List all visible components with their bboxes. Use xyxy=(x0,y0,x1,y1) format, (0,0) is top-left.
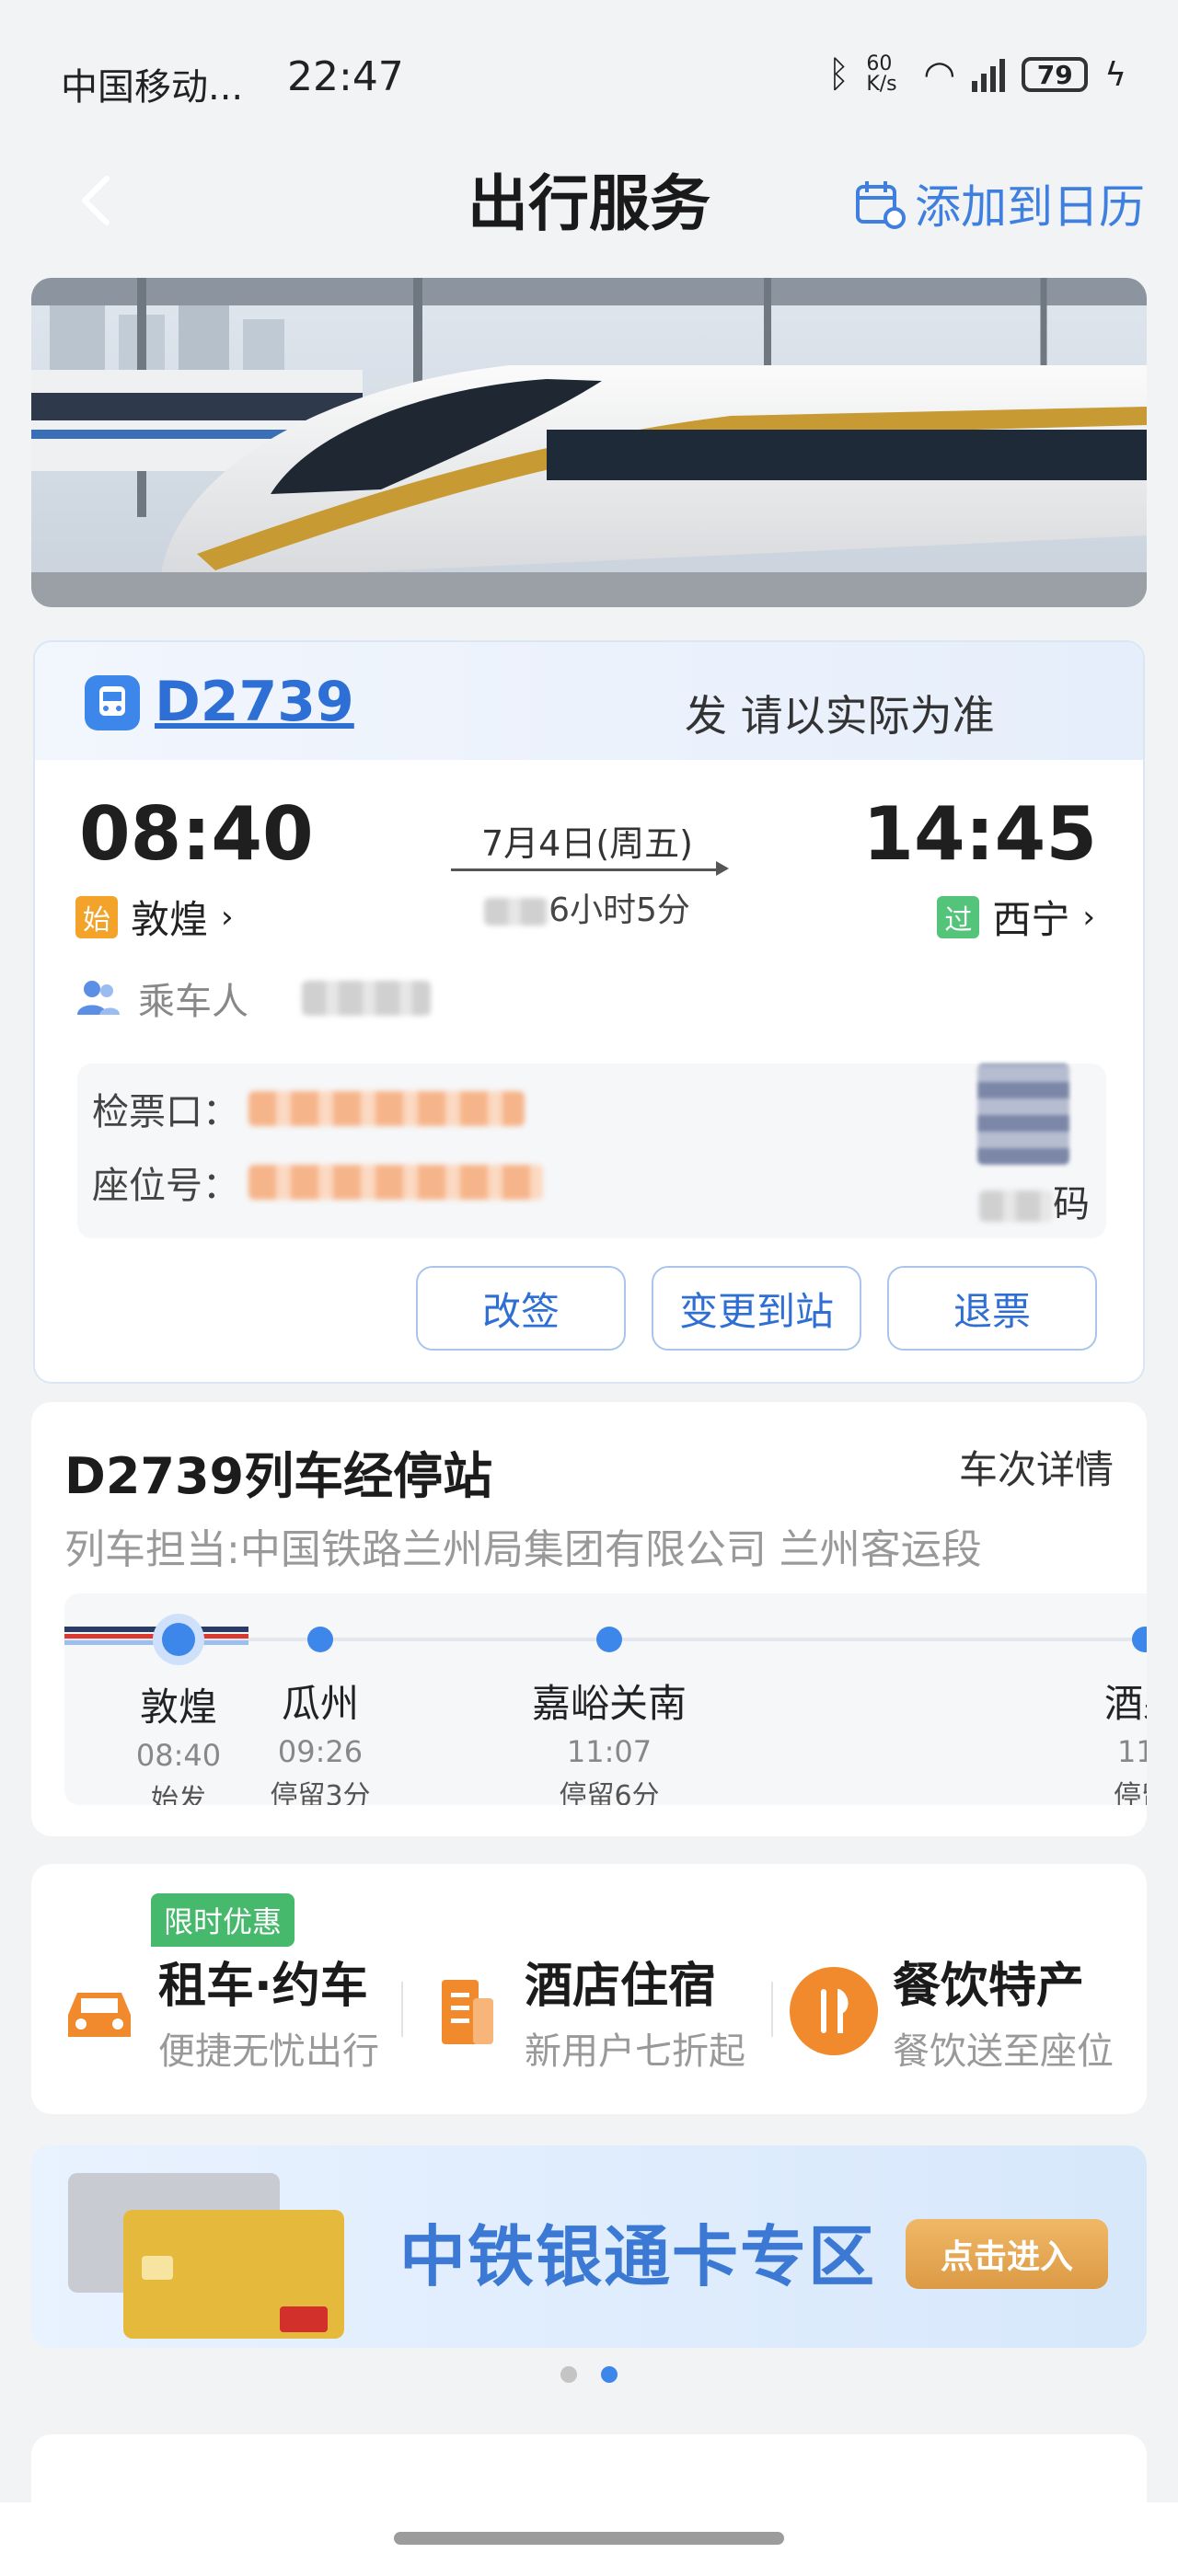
stop-stay: 停留2 xyxy=(1114,1780,1147,1805)
home-indicator[interactable] xyxy=(394,2532,784,2545)
ticket-header: D2739 发 请以实际为准 xyxy=(35,642,1143,760)
travel-duration: 6小时5分 xyxy=(449,883,725,931)
stop-stay: 停留3分 xyxy=(270,1780,371,1805)
chevron-right-icon: › xyxy=(221,898,234,936)
service-subtitle: 餐饮送至座位 xyxy=(893,2030,1114,2073)
chevron-right-icon: › xyxy=(1082,898,1095,936)
car-rental-service[interactable]: 租车·约车 便捷无忧出行 xyxy=(55,1947,379,2075)
stop-time: 11:07 xyxy=(566,1734,653,1769)
stops-title: D2739列车经停站 xyxy=(64,1447,493,1505)
net-speed: 60 K/s xyxy=(866,52,897,96)
stop-dot xyxy=(307,1627,333,1652)
gate-row: 检票口： xyxy=(92,1082,525,1135)
gate-value-redacted xyxy=(248,1091,525,1126)
seat-label: 座位号： xyxy=(92,1165,239,1207)
ticket-body: 08:40 14:45 7月4日(周五) 6小时5分 始 敦煌 › 过 西宁 ›… xyxy=(35,760,1143,1382)
battery-icon: 79 xyxy=(1022,57,1089,92)
stop-name: 嘉峪关南 xyxy=(531,1681,687,1726)
stop-item[interactable]: 酒泉 11:2 停留2 xyxy=(985,1593,1147,1805)
arrival-station-name: 西宁 xyxy=(992,897,1070,942)
ticket-card: D2739 发 请以实际为准 08:40 14:45 7月4日(周五) 6小时5… xyxy=(33,640,1145,1384)
dining-icon xyxy=(790,1966,878,2055)
route-arrow-icon xyxy=(716,861,729,876)
taxi-icon xyxy=(55,1967,144,2055)
stops-card: D2739列车经停站 车次详情 列车担当:中国铁路兰州局集团有限公司 兰州客运段… xyxy=(31,1402,1147,1836)
arrival-station[interactable]: 过 西宁 › xyxy=(937,889,1095,945)
qr-code-redacted[interactable] xyxy=(977,1064,1069,1165)
hotel-service[interactable]: 酒店住宿 新用户七折起 xyxy=(422,1947,745,2075)
calendar-icon xyxy=(856,181,906,229)
departure-station[interactable]: 始 敦煌 › xyxy=(75,889,234,945)
schedule-notice: 发 请以实际为准 xyxy=(685,691,995,741)
services-card: 限时优惠 租车·约车 便捷无忧出行 酒店住宿 新用户七折起 餐饮特产 餐饮送至座… xyxy=(31,1864,1147,2114)
signal-icon xyxy=(972,57,1006,92)
stop-name: 酒泉 xyxy=(1104,1681,1147,1726)
departure-time: 08:40 xyxy=(79,791,314,877)
change-ticket-button[interactable]: 改签 xyxy=(416,1266,626,1351)
carousel-dot-active[interactable] xyxy=(601,2366,618,2383)
service-subtitle: 便捷无忧出行 xyxy=(158,2030,379,2073)
operator-info: 列车担当:中国铁路兰州局集团有限公司 兰州客运段 xyxy=(64,1526,982,1573)
seat-value-redacted xyxy=(248,1165,543,1200)
stop-name: 瓜州 xyxy=(281,1681,359,1726)
train-icon xyxy=(85,675,140,730)
train-number-link[interactable]: D2739 xyxy=(155,670,354,734)
stop-time: 09:26 xyxy=(277,1734,364,1769)
current-stop-dot xyxy=(162,1623,195,1656)
status-icons: ᛒ 60 K/s ◠ 79 ϟ xyxy=(827,53,1126,96)
pass-tag: 过 xyxy=(937,895,980,938)
start-tag: 始 xyxy=(75,895,118,938)
carousel-dot[interactable] xyxy=(560,2366,577,2383)
train-banner-image xyxy=(31,278,1147,607)
carousel-dots xyxy=(0,2366,1178,2383)
gate-label: 检票口： xyxy=(92,1091,239,1133)
hotel-icon xyxy=(422,1967,510,2055)
charging-icon: ϟ xyxy=(1104,55,1126,94)
stop-item[interactable]: 嘉峪关南 11:07 停留6分 xyxy=(508,1593,710,1805)
departure-station-name: 敦煌 xyxy=(131,897,209,942)
service-title: 餐饮特产 xyxy=(893,1959,1085,2014)
promo-title: 中铁银通卡专区 xyxy=(399,2218,877,2295)
stops-timeline[interactable]: 敦煌 08:40 始发 瓜州 09:26 停留3分 嘉峪关南 11:07 停留6… xyxy=(64,1593,1147,1805)
stop-dot xyxy=(1132,1627,1147,1652)
service-title: 租车·约车 xyxy=(158,1959,368,2014)
service-title: 酒店住宿 xyxy=(525,1959,717,2014)
add-to-calendar-label: 添加到日历 xyxy=(915,180,1145,234)
divider xyxy=(401,1982,403,2037)
qr-label: 码 xyxy=(979,1174,1090,1227)
refund-button[interactable]: 退票 xyxy=(887,1266,1097,1351)
passenger-row: 乘车人 xyxy=(75,972,431,1025)
ticket-actions: 改签 变更到站 退票 xyxy=(416,1266,1097,1351)
stop-time: 11:2 xyxy=(1117,1734,1147,1769)
clock: 22:47 xyxy=(287,53,404,100)
divider xyxy=(771,1982,773,2037)
bluetooth-icon: ᛒ xyxy=(827,53,850,96)
arrival-time: 14:45 xyxy=(862,791,1097,877)
service-subtitle: 新用户七折起 xyxy=(525,2030,745,2073)
stop-item[interactable]: 瓜州 09:26 停留3分 xyxy=(219,1593,422,1805)
passenger-icon xyxy=(77,981,120,1015)
stop-dot xyxy=(596,1627,622,1652)
status-bar: 中国移动... 22:47 ᛒ 60 K/s ◠ 79 ϟ xyxy=(0,0,1178,156)
bank-card-image xyxy=(68,2173,344,2339)
promo-badge: 限时优惠 xyxy=(151,1893,295,1947)
dining-service[interactable]: 餐饮特产 餐饮送至座位 xyxy=(790,1947,1114,2075)
passenger-label: 乘车人 xyxy=(138,981,248,1023)
route-line xyxy=(451,868,723,871)
bank-card-promo-banner[interactable]: 中铁银通卡专区 点击进入 xyxy=(31,2145,1147,2348)
stop-stay: 停留6分 xyxy=(559,1780,660,1805)
change-destination-button[interactable]: 变更到站 xyxy=(652,1266,861,1351)
travel-date: 7月4日(周五) xyxy=(480,823,693,864)
passenger-name-redacted xyxy=(302,981,431,1016)
carrier-name: 中国移动... xyxy=(61,66,244,109)
seat-row: 座位号： xyxy=(92,1156,543,1209)
enter-button[interactable]: 点击进入 xyxy=(906,2219,1108,2289)
train-detail-link[interactable]: 车次详情 xyxy=(959,1439,1114,1495)
add-to-calendar-button[interactable]: 添加到日历 xyxy=(854,170,1145,236)
wifi-icon: ◠ xyxy=(923,53,956,96)
